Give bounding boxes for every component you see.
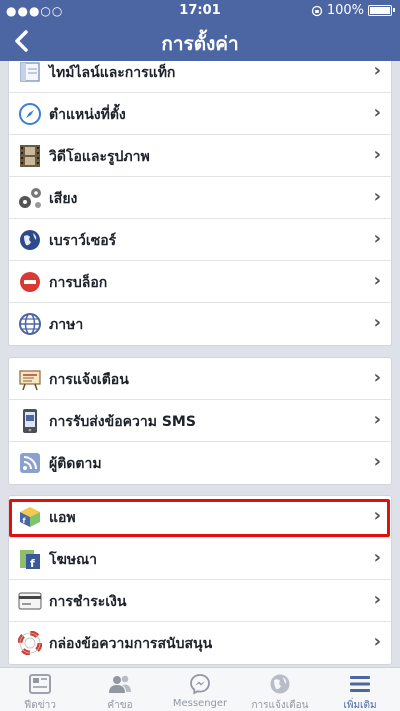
- chevron-right-icon: ›: [373, 102, 381, 123]
- settings-item-location[interactable]: ตำแหน่งที่ตั้ง ›: [9, 93, 391, 135]
- tab-label: ฟีดข่าว: [24, 700, 56, 711]
- settings-item-apps[interactable]: f แอพ ›: [9, 496, 391, 538]
- settings-item-video-photos[interactable]: วิดีโอและรูปภาพ ›: [9, 135, 391, 177]
- settings-item-ads[interactable]: f โฆษณา ›: [9, 538, 391, 580]
- settings-group-notifications: การแจ้งเตือน › การรับส่งข้อความ SMS › ผู…: [8, 357, 392, 485]
- tab-news-feed[interactable]: ฟีดข่าว: [0, 668, 80, 711]
- settings-item-sound[interactable]: เสียง ›: [9, 177, 391, 219]
- chevron-right-icon: ›: [373, 270, 381, 291]
- settings-item-support-inbox[interactable]: กล่องข้อความการสนับสนุน ›: [9, 622, 391, 664]
- settings-group-apps-payments: f แอพ › f โฆษณา › การชำระเงิน › กล่องข้อ…: [8, 495, 392, 665]
- notification-board-icon: [17, 366, 43, 392]
- credit-card-icon: [17, 588, 43, 614]
- tab-bar: ฟีดข่าว คำขอ Messenger การแจ้งเตือน เพิ่…: [0, 667, 400, 711]
- film-icon: [17, 143, 43, 169]
- settings-item-language[interactable]: ภาษา ›: [9, 303, 391, 345]
- chevron-right-icon: ›: [373, 312, 381, 333]
- orientation-lock-icon: [311, 5, 322, 16]
- settings-item-label: การแจ้งเตือน: [49, 372, 129, 388]
- settings-item-label: ไทม์ไลน์และการแท็ก: [49, 65, 176, 81]
- news-feed-icon: [28, 673, 52, 695]
- chevron-right-icon: ›: [373, 547, 381, 568]
- settings-item-label: ผู้ติดตาม: [49, 456, 102, 472]
- battery-icon: [368, 5, 395, 16]
- lifebuoy-icon: [17, 630, 43, 656]
- settings-group-general: ไทม์ไลน์และการแท็ก › ตำแหน่งที่ตั้ง › วิ…: [8, 61, 392, 346]
- tab-notifications[interactable]: การแจ้งเตือน: [240, 668, 320, 711]
- settings-list[interactable]: ไทม์ไลน์และการแท็ก › ตำแหน่งที่ตั้ง › วิ…: [0, 61, 400, 667]
- phone-sms-icon: [17, 408, 43, 434]
- tab-label: การแจ้งเตือน: [251, 700, 309, 711]
- chevron-right-icon: ›: [373, 451, 381, 472]
- status-right: 100%: [311, 3, 395, 18]
- top-bar: ●●●○○ 17:01 100% การตั้งค่า: [0, 0, 400, 61]
- rss-icon: [17, 450, 43, 476]
- app-cube-icon: f: [17, 504, 43, 530]
- chevron-right-icon: ›: [373, 409, 381, 430]
- navigation-bar: การตั้งค่า: [0, 22, 400, 61]
- svg-text:f: f: [30, 557, 35, 570]
- chevron-right-icon: ›: [373, 144, 381, 165]
- tab-label: เพิ่มเติม: [343, 700, 377, 711]
- chevron-right-icon: ›: [373, 367, 381, 388]
- settings-item-timeline[interactable]: ไทม์ไลน์และการแท็ก ›: [9, 61, 391, 93]
- settings-item-label: แอพ: [49, 510, 76, 526]
- settings-item-label: วิดีโอและรูปภาพ: [49, 149, 150, 165]
- block-icon: [17, 269, 43, 295]
- chevron-right-icon: ›: [373, 186, 381, 207]
- timeline-icon: [17, 61, 43, 85]
- settings-item-blocking[interactable]: การบล็อก ›: [9, 261, 391, 303]
- settings-item-label: การรับส่งข้อความ SMS: [49, 414, 196, 430]
- tab-friend-requests[interactable]: คำขอ: [80, 668, 160, 711]
- settings-item-payments[interactable]: การชำระเงิน ›: [9, 580, 391, 622]
- settings-item-label: เสียง: [49, 191, 78, 207]
- tab-messenger[interactable]: Messenger: [160, 668, 240, 711]
- settings-item-followers[interactable]: ผู้ติดตาม ›: [9, 442, 391, 484]
- chevron-right-icon: ›: [373, 61, 381, 81]
- chevron-right-icon: ›: [373, 589, 381, 610]
- settings-item-notifications[interactable]: การแจ้งเตือน ›: [9, 358, 391, 400]
- friend-requests-icon: [108, 673, 132, 695]
- tab-label: คำขอ: [107, 700, 133, 711]
- messenger-icon: [188, 673, 212, 695]
- chevron-right-icon: ›: [373, 631, 381, 652]
- globe-notifications-icon: [268, 673, 292, 695]
- gears-icon: [17, 185, 43, 211]
- chevron-right-icon: ›: [373, 228, 381, 249]
- globe-icon: [17, 227, 43, 253]
- battery-percentage: 100%: [326, 3, 364, 18]
- tab-more[interactable]: เพิ่มเติม: [320, 668, 400, 711]
- tab-label: Messenger: [172, 698, 228, 709]
- language-icon: [17, 311, 43, 337]
- chevron-right-icon: ›: [373, 505, 381, 526]
- settings-item-label: ตำแหน่งที่ตั้ง: [49, 107, 126, 123]
- status-bar: ●●●○○ 17:01 100%: [0, 0, 400, 22]
- settings-item-label: โฆษณา: [49, 552, 97, 568]
- compass-icon: [17, 101, 43, 127]
- settings-item-label: กล่องข้อความการสนับสนุน: [49, 636, 213, 652]
- page-title: การตั้งค่า: [161, 33, 239, 55]
- settings-item-browser[interactable]: เบราว์เซอร์ ›: [9, 219, 391, 261]
- menu-icon: [348, 673, 372, 695]
- ads-icon: f: [17, 546, 43, 572]
- settings-item-label: การบล็อก: [49, 275, 108, 291]
- settings-item-label: เบราว์เซอร์: [49, 233, 117, 249]
- settings-item-label: ภาษา: [49, 317, 84, 333]
- settings-item-sms[interactable]: การรับส่งข้อความ SMS ›: [9, 400, 391, 442]
- settings-item-label: การชำระเงิน: [49, 594, 127, 610]
